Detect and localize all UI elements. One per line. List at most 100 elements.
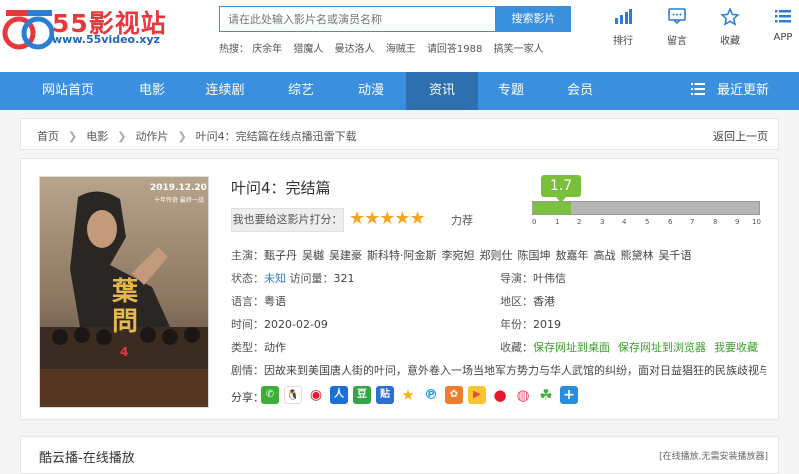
breadcrumb-current: 叶问4：完结篇在线点播迅雷下载: [195, 130, 357, 143]
recent-updates-link[interactable]: 最近更新: [690, 72, 769, 110]
site-url[interactable]: www.55video.xyz: [52, 33, 160, 46]
plot-text: 因故来到美国唐人街的叶问，意外卷入一场当地军方势力与华人武馆的纠纷，面对日益猖狂…: [264, 364, 766, 377]
nav-item-variety[interactable]: 综艺: [265, 72, 337, 110]
more-share-icon[interactable]: +: [560, 386, 578, 404]
kaixin-icon[interactable]: ▶: [468, 386, 486, 404]
star-icon: [710, 7, 750, 28]
score-tick: 5: [645, 218, 650, 226]
region-label: 地区：: [500, 295, 533, 308]
nav-item-series[interactable]: 连续剧: [189, 72, 261, 110]
cast-member[interactable]: 高战: [594, 249, 616, 262]
recent-updates-label: 最近更新: [716, 83, 769, 98]
cast-member[interactable]: 敖嘉年: [556, 249, 589, 262]
plot-label: 剧情：: [231, 364, 264, 377]
movie-poster[interactable]: 2019.12.20 十年传奇 最终一战 葉問 4: [39, 176, 209, 408]
clover-icon[interactable]: ☘: [537, 386, 555, 404]
nav-item-movie[interactable]: 电影: [116, 72, 188, 110]
views-value: 321: [333, 272, 355, 285]
score-tick: 2: [577, 218, 582, 226]
score-tick: 4: [622, 218, 627, 226]
breadcrumb-home[interactable]: 首页: [37, 130, 59, 143]
hot-item[interactable]: 请回答1988: [427, 44, 482, 55]
score-badge: 1.7: [541, 175, 581, 203]
score-tick: 3: [600, 218, 605, 226]
poster-tagline: 十年传奇 最终一战: [154, 197, 204, 204]
qzone-icon[interactable]: ★: [399, 386, 417, 404]
message-label: 留言: [667, 36, 687, 47]
weibo-icon[interactable]: ◉: [307, 386, 325, 404]
fetion-icon[interactable]: ℗: [422, 386, 440, 404]
score-tick: 6: [668, 218, 673, 226]
nav-item-member[interactable]: 会员: [544, 72, 616, 110]
time-label: 时间：: [231, 318, 264, 331]
nav-item-home[interactable]: 网站首页: [32, 72, 104, 110]
breadcrumb-separator: ❯: [117, 130, 127, 143]
rating-row: 我也要给这影片打分： ★★★★★ 力荐: [231, 208, 481, 232]
share-label: 分享：: [231, 391, 264, 404]
tieba-icon[interactable]: 贴: [376, 386, 394, 404]
breadcrumb-movie[interactable]: 电影: [86, 130, 108, 143]
hot-label: 热搜：: [219, 44, 249, 55]
director-row: 导演：叶伟信: [500, 270, 566, 286]
status-value: 未知: [264, 272, 286, 285]
type-label: 类型：: [231, 341, 264, 354]
app-link[interactable]: APP: [763, 8, 799, 43]
renren-icon[interactable]: 人: [330, 386, 348, 404]
breadcrumb-action[interactable]: 动作片: [135, 130, 168, 143]
baidu-icon[interactable]: ●: [491, 386, 509, 404]
cast-member[interactable]: 熊黛林: [621, 249, 654, 262]
play-source-title: 酷云播-在线播放: [39, 451, 135, 466]
wechat-icon[interactable]: ✆: [261, 386, 279, 404]
qrcode-icon[interactable]: ✿: [445, 386, 463, 404]
score-tick: 0: [532, 218, 537, 226]
site-logo[interactable]: [2, 6, 54, 50]
movie-title: 叶问4：完结篇: [231, 179, 331, 197]
message-icon: [657, 8, 697, 28]
message-link[interactable]: 留言: [657, 8, 697, 47]
time-value: 2020-02-09: [264, 318, 328, 331]
search-button[interactable]: 搜索影片: [496, 6, 571, 32]
favorite-row-label: 收藏：: [500, 341, 533, 354]
score-tick: 8: [713, 218, 718, 226]
nav-item-topics[interactable]: 专题: [475, 72, 547, 110]
add-favorite-link[interactable]: 我要收藏: [714, 341, 758, 354]
hot-item[interactable]: 搞笑一家人: [494, 44, 544, 55]
save-to-desktop-link[interactable]: 保存网址到桌面: [533, 341, 610, 354]
nav-item-anime[interactable]: 动漫: [335, 72, 407, 110]
cast-member[interactable]: 吴千语: [659, 249, 692, 262]
type-value[interactable]: 动作: [264, 341, 286, 354]
save-to-browser-link[interactable]: 保存网址到浏览器: [618, 341, 706, 354]
favorite-link[interactable]: 收藏: [710, 7, 750, 47]
movie-detail: 2019.12.20 十年传奇 最终一战 葉問 4 叶问4：完结篇 我也要给这影…: [20, 158, 779, 420]
status-label: 状态：: [231, 272, 264, 285]
cast-member[interactable]: 斯科特·阿金斯: [367, 249, 437, 262]
rating-word: 力荐: [451, 214, 473, 227]
hot-item[interactable]: 猎魔人: [293, 44, 323, 55]
cast-member[interactable]: 吴建豪: [329, 249, 362, 262]
back-link[interactable]: 返回上一页: [713, 128, 768, 144]
cast-label: 主演：: [231, 249, 264, 262]
cast-member[interactable]: 甄子丹: [264, 249, 297, 262]
director-value[interactable]: 叶伟信: [533, 272, 566, 285]
rating-stars[interactable]: ★★★★★: [349, 209, 426, 229]
hot-item[interactable]: 庆余年: [252, 44, 282, 55]
language-label: 语言：: [231, 295, 264, 308]
hot-item[interactable]: 海贼王: [386, 44, 416, 55]
douban-icon[interactable]: 豆: [353, 386, 371, 404]
ranking-link[interactable]: 排行: [603, 8, 643, 47]
hot-item[interactable]: 曼达洛人: [335, 44, 375, 55]
cast-member[interactable]: 陈国坤: [518, 249, 551, 262]
type-row: 类型：动作: [231, 339, 286, 355]
plot-row: 剧情：因故来到美国唐人街的叶问，意外卷入一场当地军方势力与华人武馆的纠纷，面对日…: [231, 362, 766, 378]
cast-row: 主演：甄子丹 吴樾 吴建豪 斯科特·阿金斯 李宛妲 郑则仕 陈国坤 敖嘉年 高战 熊黛林 吴千语: [231, 247, 697, 263]
year-row: 年份：2019: [500, 316, 561, 332]
tqq-icon[interactable]: ◍: [514, 386, 532, 404]
search-input[interactable]: [219, 6, 496, 32]
cast-member[interactable]: 李宛妲: [442, 249, 475, 262]
breadcrumb: 首页 ❯ 电影 ❯ 动作片 ❯ 叶问4：完结篇在线点播迅雷下载 返回上一页: [20, 118, 779, 150]
qq-icon[interactable]: 🐧: [284, 386, 302, 404]
score-tick: 7: [690, 218, 695, 226]
nav-item-news[interactable]: 资讯: [406, 72, 478, 110]
cast-member[interactable]: 吴樾: [302, 249, 324, 262]
cast-member[interactable]: 郑则仕: [480, 249, 513, 262]
